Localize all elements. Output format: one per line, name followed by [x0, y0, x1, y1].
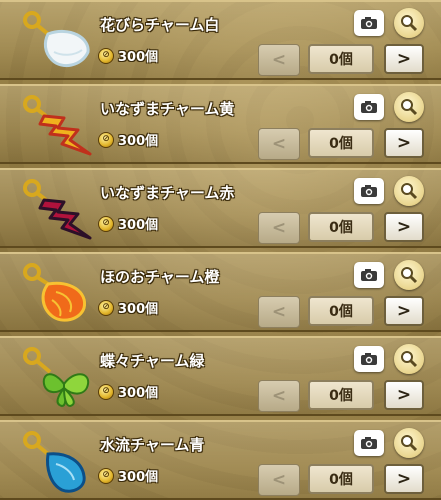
zoom-button[interactable] — [394, 428, 424, 458]
zoom-button[interactable] — [394, 260, 424, 290]
magnifier-icon — [401, 99, 418, 116]
camera-button[interactable] — [354, 346, 384, 372]
decrement-button[interactable]: < — [258, 380, 300, 412]
zoom-button[interactable] — [394, 176, 424, 206]
item-name: 蝶々チャーム緑 — [100, 352, 205, 370]
zoom-button[interactable] — [394, 92, 424, 122]
charm-red-lightning-image — [23, 179, 92, 240]
increment-button[interactable]: > — [384, 212, 424, 242]
price-label: 300個 — [118, 218, 159, 233]
coin-icon: ⊘ — [98, 383, 114, 400]
price-label: 300個 — [118, 302, 159, 317]
price-label: 300個 — [118, 50, 159, 65]
coin-icon: ⊘ — [98, 131, 114, 148]
item-name: 花びらチャーム白 — [100, 16, 220, 34]
camera-button[interactable] — [354, 430, 384, 456]
charm-orange-flame-image — [23, 263, 86, 322]
decrement-button[interactable]: < — [258, 128, 300, 160]
increment-button[interactable]: > — [384, 464, 424, 494]
quantity-display: 0個 — [308, 128, 374, 158]
item-price: ⊘ 300個 — [98, 298, 158, 317]
increment-button[interactable]: > — [384, 128, 424, 158]
item-name: ほのおチャーム橙 — [100, 268, 220, 286]
item-name: いなずまチャーム赤 — [100, 184, 235, 202]
camera-button[interactable] — [354, 10, 384, 36]
decrement-button[interactable]: < — [258, 212, 300, 244]
list-item: いなずまチャーム赤 ⊘ 300個 < 0個 > — [0, 168, 441, 248]
list-item: 花びらチャーム白 ⊘ 300個 < 0個 > — [0, 0, 441, 80]
camera-button[interactable] — [354, 178, 384, 204]
item-price: ⊘ 300個 — [98, 46, 158, 65]
item-price: ⊘ 300個 — [98, 466, 158, 485]
zoom-button[interactable] — [394, 344, 424, 374]
item-price: ⊘ 300個 — [98, 214, 158, 233]
charm-white-petal-image — [23, 11, 90, 68]
coin-icon: ⊘ — [98, 47, 114, 64]
quantity-display: 0個 — [308, 380, 374, 410]
magnifier-icon — [401, 267, 418, 284]
price-label: 300個 — [118, 386, 159, 401]
quantity-display: 0個 — [308, 296, 374, 326]
coin-icon: ⊘ — [98, 467, 114, 484]
zoom-button[interactable] — [394, 8, 424, 38]
price-label: 300個 — [118, 134, 159, 149]
coin-icon: ⊘ — [98, 215, 114, 232]
item-price: ⊘ 300個 — [98, 130, 158, 149]
quantity-display: 0個 — [308, 44, 374, 74]
camera-icon — [361, 17, 377, 29]
camera-icon — [361, 101, 377, 113]
charm-blue-water-image — [23, 431, 86, 493]
camera-button[interactable] — [354, 262, 384, 288]
camera-icon — [361, 437, 377, 449]
increment-button[interactable]: > — [384, 44, 424, 74]
camera-button[interactable] — [354, 94, 384, 120]
item-name: いなずまチャーム黄 — [100, 100, 235, 118]
list-item: 蝶々チャーム緑 ⊘ 300個 < 0個 > — [0, 336, 441, 416]
price-label: 300個 — [118, 470, 159, 485]
magnifier-icon — [401, 435, 418, 452]
camera-icon — [361, 353, 377, 365]
item-name: 水流チャーム青 — [100, 436, 205, 454]
list-item: いなずまチャーム黄 ⊘ 300個 < 0個 > — [0, 84, 441, 164]
charm-shop-list[interactable]: 花びらチャーム白 ⊘ 300個 < 0個 > いなずまチャーム黄 ⊘ 300個 — [0, 0, 441, 500]
magnifier-icon — [401, 15, 418, 32]
quantity-display: 0個 — [308, 464, 374, 494]
camera-icon — [361, 185, 377, 197]
decrement-button[interactable]: < — [258, 464, 300, 496]
camera-icon — [361, 269, 377, 281]
increment-button[interactable]: > — [384, 296, 424, 326]
decrement-button[interactable]: < — [258, 296, 300, 328]
magnifier-icon — [401, 351, 418, 368]
decrement-button[interactable]: < — [258, 44, 300, 76]
charm-green-butterfly-image — [23, 347, 90, 408]
coin-icon: ⊘ — [98, 299, 114, 316]
item-price: ⊘ 300個 — [98, 382, 158, 401]
list-item: ほのおチャーム橙 ⊘ 300個 < 0個 > — [0, 252, 441, 332]
increment-button[interactable]: > — [384, 380, 424, 410]
magnifier-icon — [401, 183, 418, 200]
quantity-display: 0個 — [308, 212, 374, 242]
list-item: 水流チャーム青 ⊘ 300個 < 0個 > — [0, 420, 441, 500]
charm-yellow-lightning-image — [23, 95, 92, 156]
